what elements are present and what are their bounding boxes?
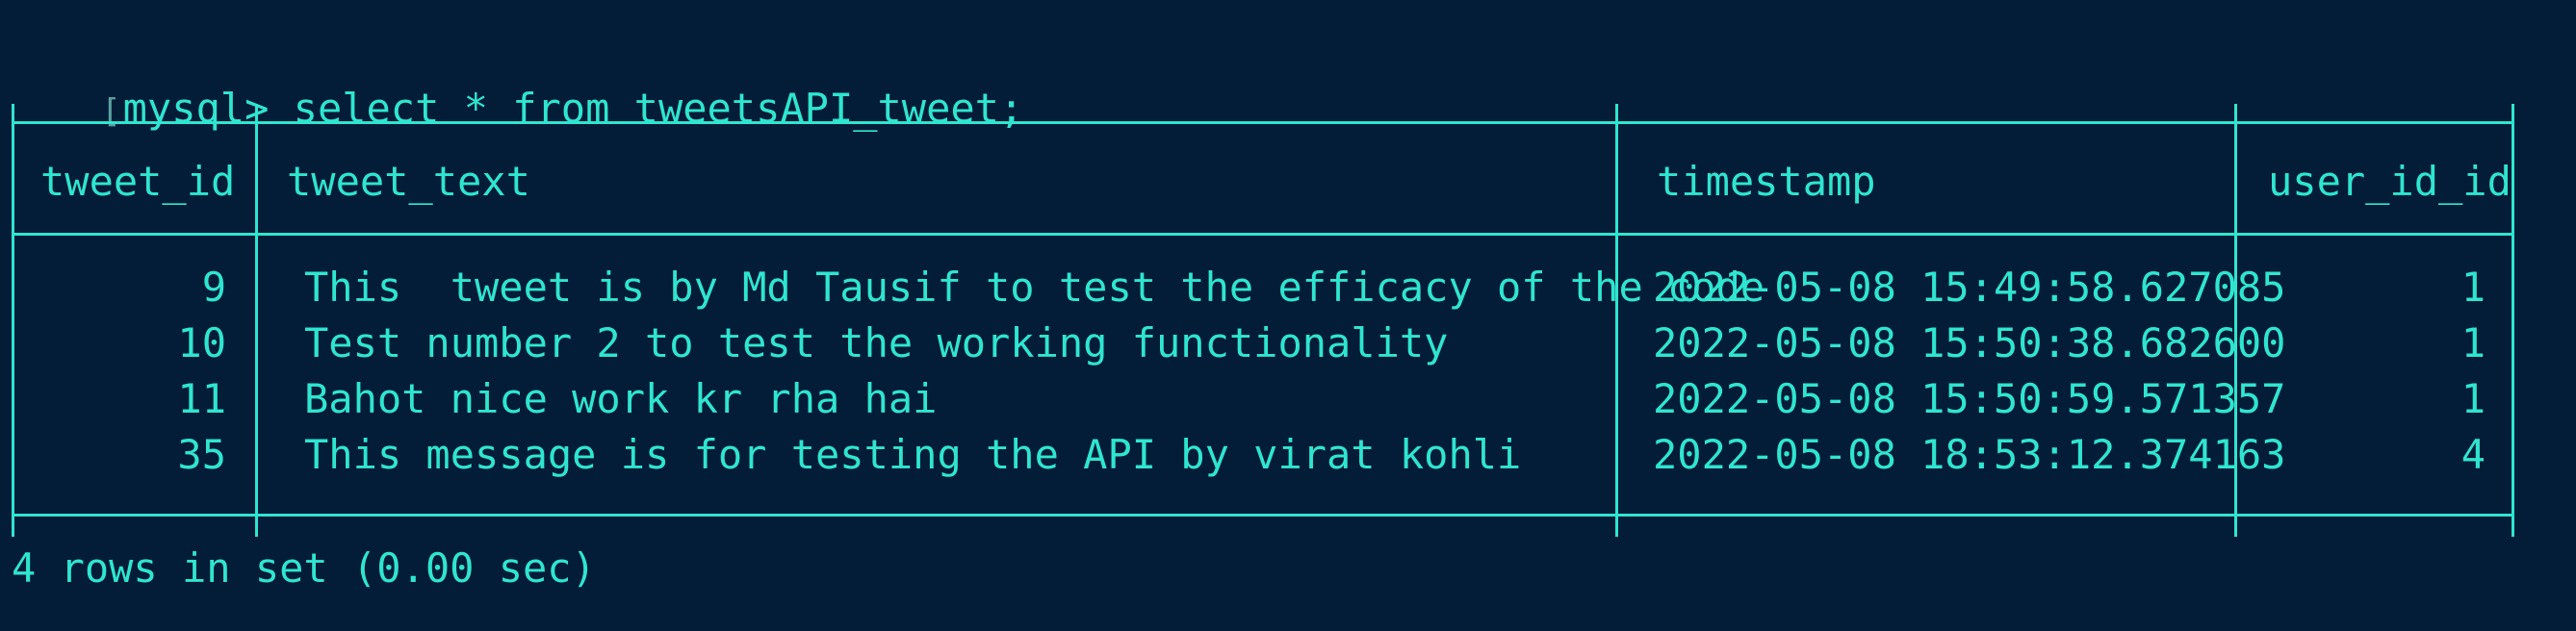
table-cell-row2-user-id-id: 1 [2460, 319, 2486, 366]
table-cell-row4-tweet-id: 35 [177, 431, 226, 478]
table-cell-row1-tweet-text: This tweet is by Md Tausif to test the e… [304, 264, 1765, 311]
table-cell-row1-user-id-id: 1 [2460, 264, 2486, 311]
column-header-user-id-id: user_id_id [2268, 158, 2512, 205]
table-cell-row3-tweet-id: 11 [177, 375, 226, 422]
table-cell-row3-timestamp: 2022-05-08 15:50:59.571357 [1653, 375, 2286, 422]
table-top-border [12, 121, 2514, 124]
column-header-tweet-text: tweet_text [287, 158, 530, 205]
table-cell-row2-tweet-text: Test number 2 to test the working functi… [304, 319, 1449, 366]
table-bottom-border [12, 514, 2514, 517]
table-cell-row3-user-id-id: 1 [2460, 375, 2486, 422]
column-header-timestamp: timestamp [1657, 158, 1876, 205]
result-summary: 4 rows in set (0.00 sec) [12, 544, 596, 592]
table-cell-row3-tweet-text: Bahot nice work kr rha hai [304, 375, 938, 422]
table-cell-row2-timestamp: 2022-05-08 15:50:38.682600 [1653, 319, 2286, 366]
table-cell-row2-tweet-id: 10 [177, 319, 226, 366]
table-cell-row4-timestamp: 2022-05-08 18:53:12.374163 [1653, 431, 2286, 478]
terminal-window: [mysql> select * from tweetsAPI_tweet; t… [0, 0, 2576, 631]
table-cell-row4-tweet-text: This message is for testing the API by v… [304, 431, 1522, 478]
table-header-border [12, 233, 2514, 236]
table-cell-row4-user-id-id: 4 [2460, 431, 2486, 478]
result-table: tweet_id tweet_text timestamp user_id_id… [12, 104, 2514, 537]
table-cell-row1-timestamp: 2022-05-08 15:49:58.627085 [1653, 264, 2286, 311]
table-cell-row1-tweet-id: 9 [201, 264, 226, 311]
column-header-tweet-id: tweet_id [40, 158, 236, 205]
